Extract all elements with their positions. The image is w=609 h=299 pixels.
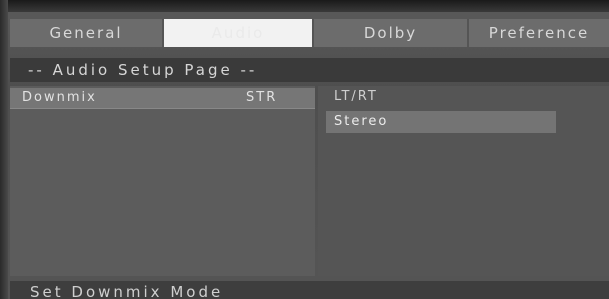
option-stereo[interactable]: Stereo — [326, 111, 556, 133]
tab-preference[interactable]: Preference — [469, 19, 609, 47]
screen-bezel-left — [0, 0, 8, 299]
tab-general[interactable]: General — [10, 19, 164, 47]
options-list: LT/RT Stereo — [318, 86, 609, 276]
tab-dolby[interactable]: Dolby — [314, 19, 469, 47]
option-lt-rt[interactable]: LT/RT — [326, 86, 556, 108]
setting-label: Downmix — [22, 90, 97, 105]
page-title: -- Audio Setup Page -- — [10, 58, 609, 82]
settings-list: Downmix STR — [10, 86, 315, 276]
setting-row-downmix[interactable]: Downmix STR — [10, 88, 315, 109]
setup-tabs: General Audio Dolby Preference — [10, 19, 609, 47]
tab-audio[interactable]: Audio — [164, 19, 314, 47]
setting-value: STR — [246, 90, 278, 105]
tv-screen: General Audio Dolby Preference -- Audio … — [0, 0, 609, 299]
screen-bezel-top — [0, 0, 609, 12]
status-bar: Set Downmix Mode — [10, 281, 609, 299]
